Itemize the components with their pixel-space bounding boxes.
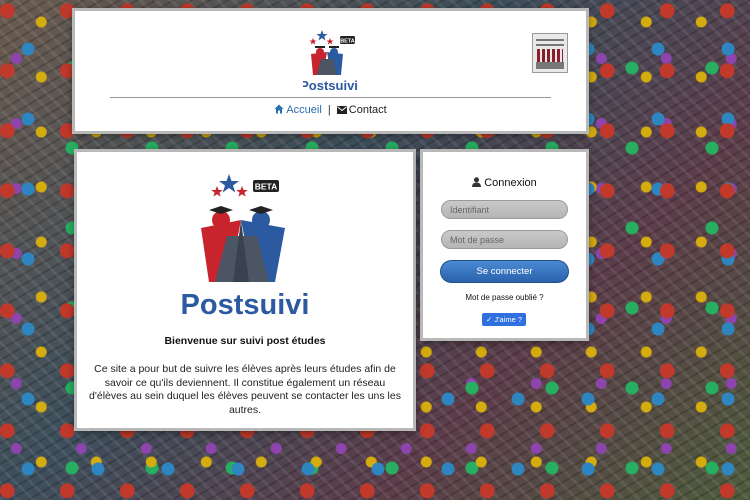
beta-badge-large: BETA	[255, 182, 278, 192]
check-icon: ✓	[485, 315, 493, 324]
school-building-logo[interactable]	[532, 33, 568, 73]
postsuivi-logo-small[interactable]: BETA Postsuivi	[300, 21, 363, 101]
envelope-icon	[336, 105, 347, 117]
nav-home-label: Accueil	[286, 104, 322, 116]
forgot-password-link[interactable]: Mot de passe oublié ?	[423, 293, 586, 302]
main-nav: Accueil | Contact	[75, 104, 586, 117]
logo-wordmark-large: Postsuivi	[181, 289, 309, 321]
home-icon	[274, 104, 284, 117]
nav-separator: |	[327, 104, 331, 116]
beta-badge: BETA	[340, 38, 355, 44]
welcome-panel: BETA Postsuivi Bienvenue sur suivi post …	[77, 152, 413, 428]
like-label: J'aime ?	[494, 315, 523, 324]
login-button[interactable]: Se connecter	[440, 260, 569, 283]
like-button[interactable]: ✓ J'aime ?	[482, 313, 526, 326]
welcome-heading: Bienvenue sur suivi post études	[164, 335, 326, 347]
logo-wordmark: Postsuivi	[303, 78, 358, 93]
postsuivi-logo-large: BETA Postsuivi	[181, 162, 309, 322]
login-panel: Connexion Se connecter Mot de passe oubl…	[423, 152, 586, 338]
password-input[interactable]	[441, 230, 568, 249]
nav-home-link[interactable]: Accueil	[274, 104, 325, 116]
login-title: Connexion	[423, 177, 586, 190]
site-description: Ce site a pour but de suivre les élèves …	[89, 363, 401, 416]
header-divider	[110, 97, 551, 98]
login-title-label: Connexion	[484, 177, 537, 189]
user-icon	[472, 177, 482, 190]
header-panel: BETA Postsuivi Accueil | Contact	[75, 11, 586, 131]
nav-contact-link[interactable]: Contact	[334, 104, 387, 116]
username-input[interactable]	[441, 200, 568, 219]
nav-contact-label: Contact	[348, 104, 387, 116]
